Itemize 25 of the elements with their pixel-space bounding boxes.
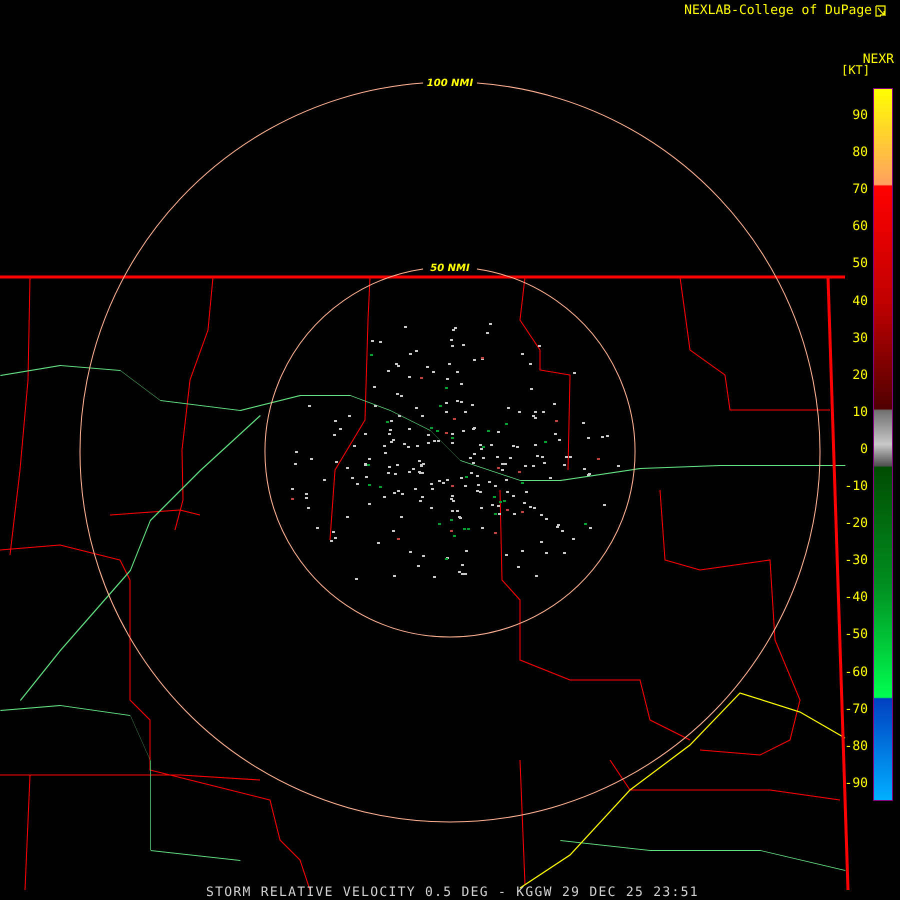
scale-tick-label: 40 [852,294,868,308]
scale-tick-label: 50 [852,257,868,272]
scale-tick-label: -20 [844,517,868,532]
product-caption: STORM RELATIVE VELOCITY 0.5 DEG - KGGW 29 DEC 25 23:51 [206,885,699,900]
scale-tick-label: -40 [844,591,868,606]
scale-tick-label: -10 [844,480,868,494]
scale-tick-label: -30 [844,554,868,568]
range-ring-label: 50 NMI [430,263,470,274]
scale-tick-label: -90 [844,776,868,791]
scale-tick-label: 60 [852,220,868,234]
scale-tick-label: -70 [844,702,868,717]
scale-tick-label: 30 [852,332,868,346]
unit-label: [KT] [841,63,870,77]
scale-tick-label: -80 [844,740,868,754]
external-link-icon[interactable] [875,5,886,17]
credit-text: NEXLAB-College of DuPage [684,3,872,19]
scale-tick-label: 80 [852,146,868,160]
scale-tick-label: 90 [852,109,868,123]
range-ring-label: 100 NMI [426,78,474,89]
scale-tick-label: 20 [852,368,868,383]
scale-tick-label: -50 [844,628,868,642]
scale-tick-label: 10 [852,406,868,420]
scale-tick-label: -60 [844,666,868,680]
scale-tick-label: 70 [852,183,868,198]
scale-tick-label: 0 [860,442,868,457]
